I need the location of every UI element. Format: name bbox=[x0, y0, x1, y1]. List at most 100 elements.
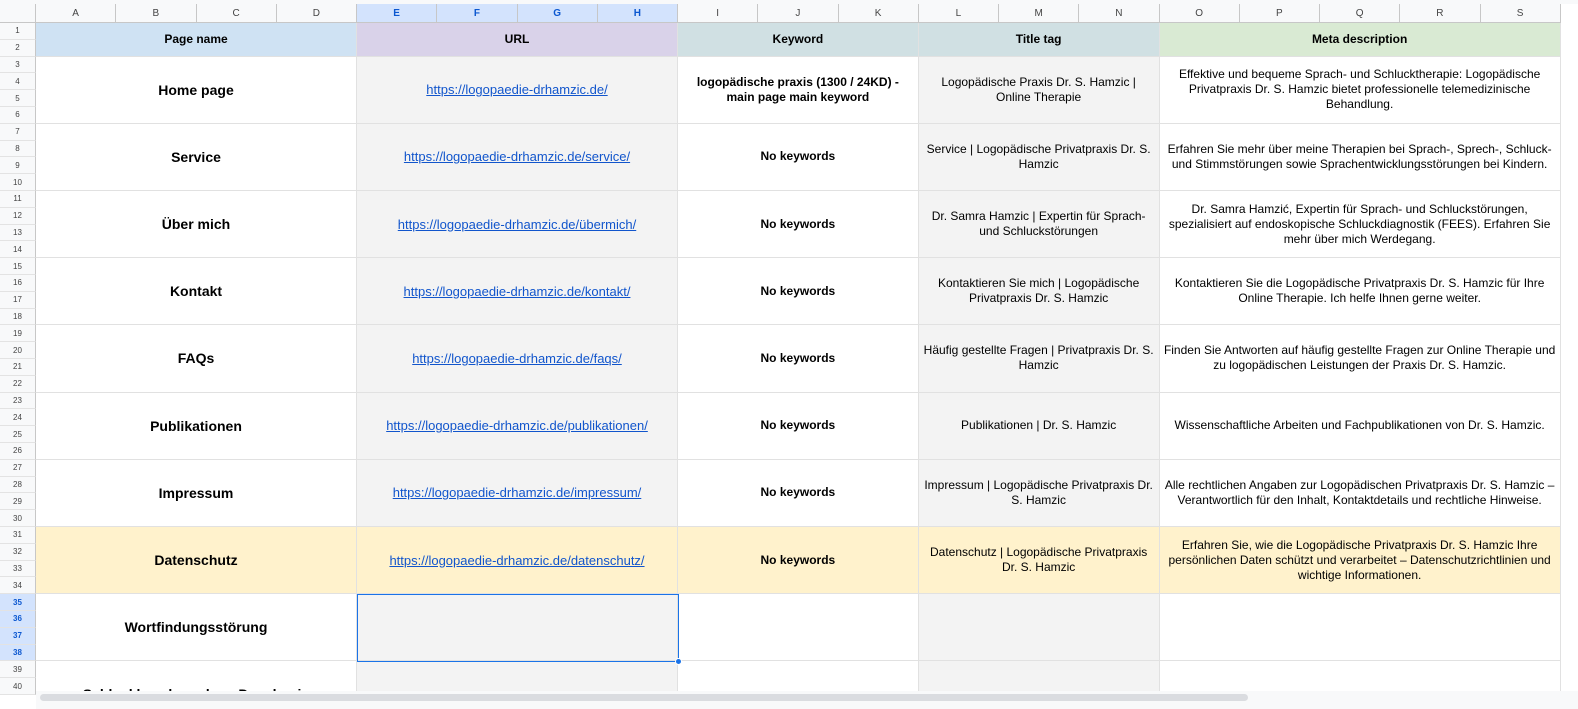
cell-page-name[interactable]: Kontakt bbox=[36, 258, 357, 326]
row-header-38[interactable]: 38 bbox=[0, 644, 36, 662]
column-header-r[interactable]: R bbox=[1400, 4, 1481, 23]
row-header-17[interactable]: 17 bbox=[0, 291, 36, 309]
cell-title-tag[interactable]: Dr. Samra Hamzic | Expertin für Sprach- … bbox=[918, 191, 1160, 259]
row-header-30[interactable]: 30 bbox=[0, 510, 36, 527]
column-header-p[interactable]: P bbox=[1239, 4, 1320, 23]
column-header-q[interactable]: Q bbox=[1320, 4, 1401, 23]
row-header-33[interactable]: 33 bbox=[0, 560, 36, 578]
cell-meta-description[interactable]: Wissenschaftliche Arbeiten und Fachpubli… bbox=[1159, 392, 1561, 460]
header-page-name[interactable]: Page name bbox=[36, 23, 357, 57]
row-header-20[interactable]: 20 bbox=[0, 342, 36, 359]
row-header-8[interactable]: 8 bbox=[0, 140, 36, 158]
row-header-40[interactable]: 40 bbox=[0, 678, 36, 695]
row-header-11[interactable]: 11 bbox=[0, 191, 36, 208]
column-header-k[interactable]: K bbox=[838, 4, 919, 23]
column-header-n[interactable]: N bbox=[1079, 4, 1160, 23]
cell-meta-description[interactable]: Erfahren Sie mehr über meine Therapien b… bbox=[1159, 123, 1561, 191]
row-header-16[interactable]: 16 bbox=[0, 275, 36, 292]
cell-keyword[interactable]: No keywords bbox=[678, 392, 919, 460]
cell-url-link[interactable]: https://logopaedie-drhamzic.de/kontakt/ bbox=[357, 258, 678, 326]
column-header-g[interactable]: G bbox=[517, 4, 598, 23]
cell-url-link[interactable]: https://logopaedie-drhamzic.de/publikati… bbox=[357, 392, 678, 460]
cell-meta-description[interactable]: Effektive und bequeme Sprach- und Schluc… bbox=[1159, 56, 1561, 124]
column-header-l[interactable]: L bbox=[918, 4, 999, 23]
column-header-h[interactable]: H bbox=[597, 4, 678, 23]
row-header-32[interactable]: 32 bbox=[0, 543, 36, 561]
row-header-13[interactable]: 13 bbox=[0, 224, 36, 242]
cell-keyword[interactable]: No keywords bbox=[678, 459, 919, 527]
cell-page-name[interactable]: Home page bbox=[36, 56, 357, 124]
row-header-9[interactable]: 9 bbox=[0, 157, 36, 175]
row-header-3[interactable]: 3 bbox=[0, 56, 36, 74]
cell-keyword[interactable]: No keywords bbox=[678, 191, 919, 259]
row-header-7[interactable]: 7 bbox=[0, 123, 36, 141]
cell-keyword[interactable] bbox=[678, 594, 919, 662]
row-header-29[interactable]: 29 bbox=[0, 493, 36, 511]
cell-meta-description[interactable]: Dr. Samra Hamzić, Expertin für Sprach- u… bbox=[1159, 191, 1561, 259]
cell-title-tag[interactable]: Datenschutz | Logopädische Privatpraxis … bbox=[918, 527, 1160, 595]
cell-meta-description[interactable]: Erfahren Sie, wie die Logopädische Priva… bbox=[1159, 527, 1561, 595]
cell-title-tag[interactable] bbox=[918, 594, 1160, 662]
cell-keyword[interactable]: No keywords bbox=[678, 123, 919, 191]
cell-meta-description[interactable] bbox=[1159, 594, 1561, 662]
cell-keyword[interactable]: logopädische praxis (1300 / 24KD) - main… bbox=[678, 56, 919, 124]
cell-meta-description[interactable]: Alle rechtlichen Angaben zur Logopädisch… bbox=[1159, 459, 1561, 527]
spreadsheet-grid[interactable]: A B C D E F G H I J K L M N O P Q R S 1 2 3 4 5 6 7 8 9 10 11 12 13 14 15… bbox=[0, 0, 1578, 709]
header-meta-description[interactable]: Meta description bbox=[1159, 23, 1561, 57]
header-url[interactable]: URL bbox=[357, 23, 678, 57]
column-header-m[interactable]: M bbox=[999, 4, 1080, 23]
row-header-12[interactable]: 12 bbox=[0, 207, 36, 225]
row-header-1[interactable]: 1 bbox=[0, 23, 36, 40]
row-header-14[interactable]: 14 bbox=[0, 241, 36, 259]
select-all-corner[interactable] bbox=[0, 4, 36, 23]
row-header-19[interactable]: 19 bbox=[0, 325, 36, 343]
header-title-tag[interactable]: Title tag bbox=[918, 23, 1160, 57]
cell-meta-description[interactable]: Finden Sie Antworten auf häufig gestellt… bbox=[1159, 325, 1561, 393]
row-header-37[interactable]: 37 bbox=[0, 627, 36, 645]
column-header-o[interactable]: O bbox=[1159, 4, 1240, 23]
cell-url-link[interactable]: https://logopaedie-drhamzic.de/datenschu… bbox=[357, 527, 678, 595]
column-header-e[interactable]: E bbox=[357, 4, 438, 23]
row-header-31[interactable]: 31 bbox=[0, 527, 36, 544]
cell-page-name[interactable]: Über mich bbox=[36, 191, 357, 259]
cell-page-name[interactable]: Service bbox=[36, 123, 357, 191]
column-header-a[interactable]: A bbox=[36, 4, 117, 23]
horizontal-scrollbar-thumb[interactable] bbox=[40, 694, 1248, 701]
cell-keyword[interactable]: No keywords bbox=[678, 325, 919, 393]
row-header-34[interactable]: 34 bbox=[0, 577, 36, 595]
row-header-26[interactable]: 26 bbox=[0, 443, 36, 460]
cell-url-link[interactable]: https://logopaedie-drhamzic.de/ bbox=[357, 56, 678, 124]
row-header-2[interactable]: 2 bbox=[0, 39, 36, 57]
cell-page-name[interactable]: Datenschutz bbox=[36, 527, 357, 595]
column-header-c[interactable]: C bbox=[196, 4, 277, 23]
cell-title-tag[interactable]: Impressum | Logopädische Privatpraxis Dr… bbox=[918, 459, 1160, 527]
cell-url-link[interactable]: https://logopaedie-drhamzic.de/service/ bbox=[357, 123, 678, 191]
cell-page-name[interactable]: Impressum bbox=[36, 459, 357, 527]
cell-url-link[interactable]: https://logopaedie-drhamzic.de/übermich/ bbox=[357, 191, 678, 259]
row-header-23[interactable]: 23 bbox=[0, 392, 36, 410]
column-header-i[interactable]: I bbox=[678, 4, 759, 23]
row-header-35[interactable]: 35 bbox=[0, 594, 36, 611]
cell-title-tag[interactable]: Logopädische Praxis Dr. S. Hamzic | Onli… bbox=[918, 56, 1160, 124]
cell-title-tag[interactable]: Service | Logopädische Privatpraxis Dr. … bbox=[918, 123, 1160, 191]
cell-title-tag[interactable]: Häufig gestellte Fragen | Privatpraxis D… bbox=[918, 325, 1160, 393]
row-header-10[interactable]: 10 bbox=[0, 174, 36, 191]
column-header-b[interactable]: B bbox=[116, 4, 197, 23]
cell-url-link[interactable]: https://logopaedie-drhamzic.de/faqs/ bbox=[357, 325, 678, 393]
row-header-39[interactable]: 39 bbox=[0, 661, 36, 679]
column-header-d[interactable]: D bbox=[276, 4, 357, 23]
row-header-24[interactable]: 24 bbox=[0, 409, 36, 427]
row-header-27[interactable]: 27 bbox=[0, 459, 36, 477]
row-header-18[interactable]: 18 bbox=[0, 308, 36, 326]
cell-meta-description[interactable]: Kontaktieren Sie die Logopädische Privat… bbox=[1159, 258, 1561, 326]
row-header-28[interactable]: 28 bbox=[0, 476, 36, 494]
cell-page-name[interactable]: Wortfindungsstörung bbox=[36, 594, 357, 662]
row-header-15[interactable]: 15 bbox=[0, 258, 36, 275]
row-header-4[interactable]: 4 bbox=[0, 73, 36, 91]
column-header-f[interactable]: F bbox=[437, 4, 518, 23]
cell-keyword[interactable]: No keywords bbox=[678, 258, 919, 326]
header-keyword[interactable]: Keyword bbox=[678, 23, 919, 57]
cell-keyword[interactable]: No keywords bbox=[678, 527, 919, 595]
cell-url-link[interactable] bbox=[357, 594, 678, 662]
column-header-j[interactable]: J bbox=[758, 4, 839, 23]
